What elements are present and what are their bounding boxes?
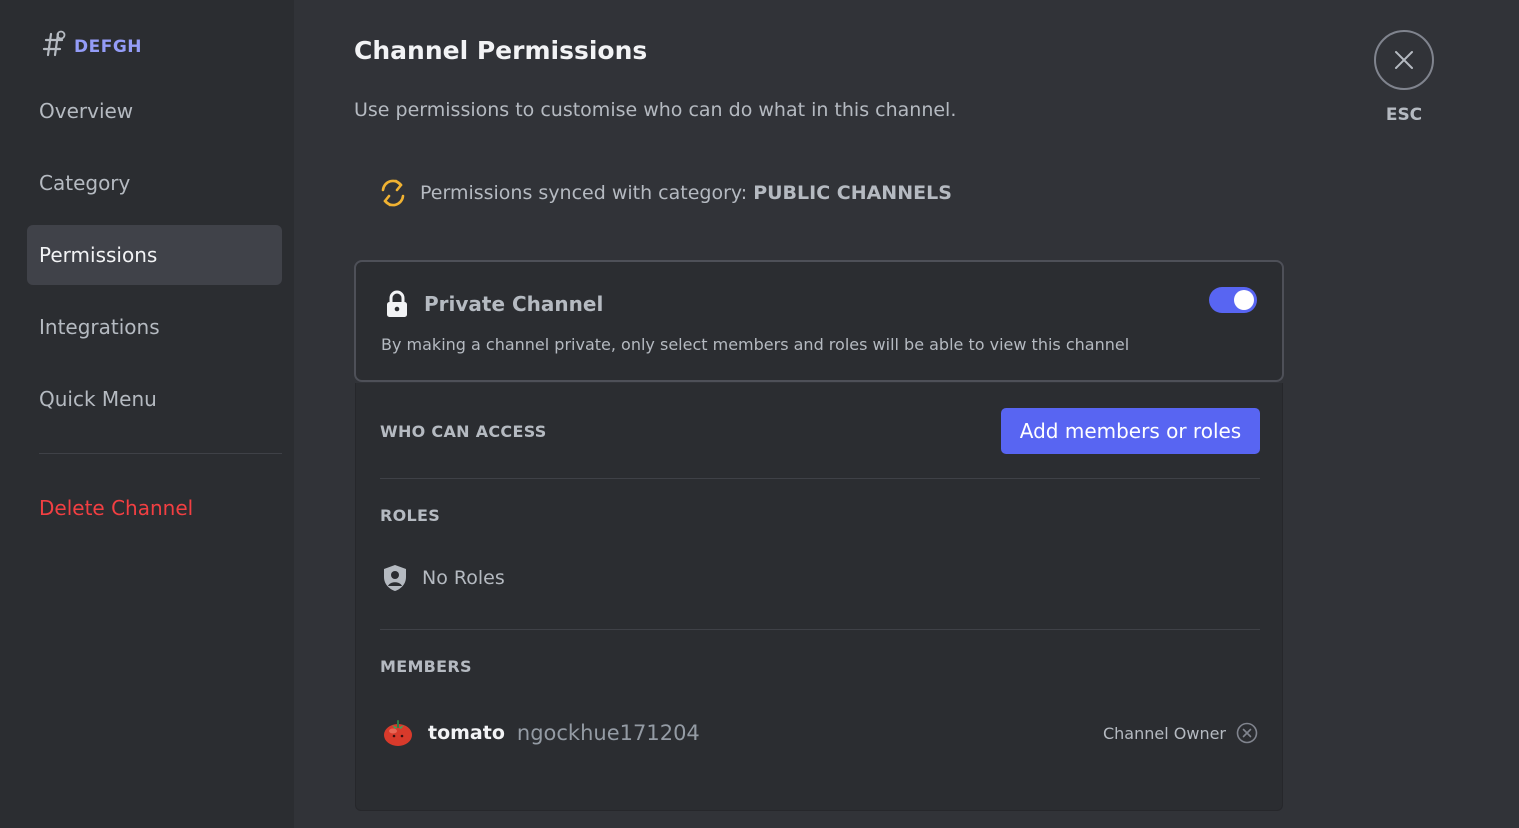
page-subtitle: Use permissions to customise who can do … (354, 99, 957, 121)
who-can-access-header: WHO CAN ACCESS (380, 422, 547, 441)
no-roles-text: No Roles (422, 567, 505, 589)
channel-name: DEFGH (74, 37, 143, 57)
sidebar-item-permissions[interactable]: Permissions (27, 225, 282, 285)
member-role-label: Channel Owner (1102, 723, 1226, 743)
add-members-or-roles-button[interactable]: Add members or roles (1001, 408, 1260, 454)
sync-category: PUBLIC CHANNELS (753, 182, 952, 204)
delete-channel-button[interactable]: Delete Channel (27, 478, 282, 538)
sidebar-item-quick-menu[interactable]: Quick Menu (27, 369, 282, 429)
sync-status: Permissions synced with category: PUBLIC… (378, 176, 952, 210)
sidebar-item-category[interactable]: Category (27, 153, 282, 213)
section-divider (380, 478, 1260, 479)
shield-icon (384, 565, 406, 591)
remove-icon[interactable] (1236, 722, 1258, 744)
lock-icon (387, 290, 407, 317)
private-channel-card: Private Channel By making a channel priv… (354, 260, 1284, 382)
sidebar-item-integrations[interactable]: Integrations (27, 297, 282, 357)
private-channel-description: By making a channel private, only select… (381, 335, 1130, 354)
members-header: MEMBERS (380, 657, 472, 676)
tomato-avatar (384, 720, 412, 746)
private-channel-title: Private Channel (424, 292, 604, 316)
settings-sidebar: DEFGH Overview Category Permissions Inte… (0, 0, 294, 828)
close-icon (1395, 51, 1413, 69)
sync-icon (381, 179, 405, 207)
esc-label: ESC (1385, 105, 1423, 125)
roles-header: ROLES (380, 506, 441, 525)
member-username: ngockhue171204 (516, 721, 700, 745)
sidebar-item-overview[interactable]: Overview (27, 81, 282, 141)
toggle-knob (1234, 290, 1254, 310)
close-button[interactable] (1374, 30, 1434, 90)
hashtag-icon (42, 30, 66, 57)
sidebar-divider (39, 453, 282, 454)
section-divider (380, 629, 1260, 630)
no-roles-row: No Roles (382, 563, 505, 593)
channel-header: DEFGH (40, 30, 142, 58)
page-title: Channel Permissions (354, 36, 648, 65)
member-display-name: tomato (428, 722, 505, 744)
sync-text: Permissions synced with category: (420, 182, 748, 204)
private-channel-toggle[interactable] (1209, 287, 1257, 313)
member-row: tomato ngockhue171204 Channel Owner (382, 713, 1262, 753)
access-panel: WHO CAN ACCESS Add members or roles ROLE… (355, 383, 1283, 811)
